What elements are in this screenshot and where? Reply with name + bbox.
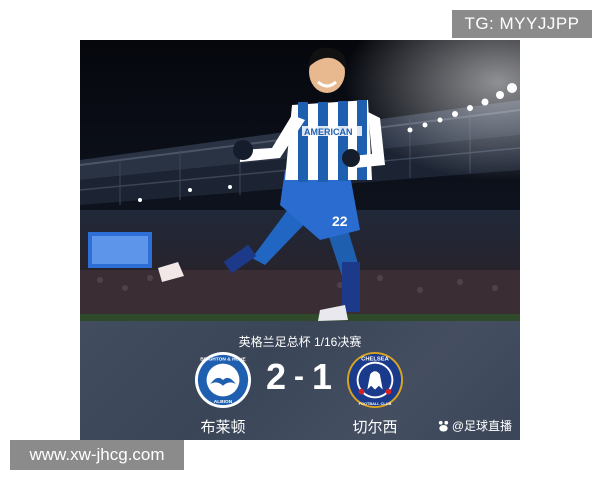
brighton-crest-icon: BRIGHTON & HOVE ALBION: [194, 351, 252, 409]
jersey-number: 22: [332, 213, 348, 229]
away-score: 1: [312, 356, 333, 397]
paw-logo-icon: [438, 420, 448, 432]
home-team-name: 布莱顿: [200, 419, 246, 436]
home-score: 2: [265, 356, 286, 397]
away-team-name: 切尔西: [352, 419, 398, 436]
jersey-sponsor: AMERICAN: [304, 127, 353, 137]
competition-label: 英格兰足总杯 1/16决赛: [238, 335, 362, 349]
source-credit: @足球直播: [437, 417, 512, 434]
site-watermark: www.xw-jhcg.com: [10, 440, 184, 470]
source-text: @足球直播: [451, 419, 512, 433]
score: 2 - 1: [265, 356, 333, 397]
scoreboard: 英格兰足总杯 1/16决赛 BRIGHTON & HOVE ALBION 2 -…: [80, 321, 520, 440]
brighton-crest-text-top: BRIGHTON & HOVE: [200, 357, 246, 363]
match-result-card: 22 AMERICAN 英格兰足总杯 1/16决赛 BRIGHTON & HOV…: [80, 40, 520, 440]
chelsea-crest-icon: CHELSEA FOOTBALL CLUB: [346, 351, 404, 409]
match-photo: 22 AMERICAN: [80, 40, 520, 321]
chelsea-crest-text-bottom: FOOTBALL CLUB: [359, 402, 392, 406]
score-separator: -: [294, 360, 304, 393]
chelsea-crest-text-top: CHELSEA: [361, 357, 390, 363]
brighton-crest-text-bottom: ALBION: [214, 399, 233, 405]
telegram-watermark: TG: MYYJJPP: [452, 10, 592, 38]
